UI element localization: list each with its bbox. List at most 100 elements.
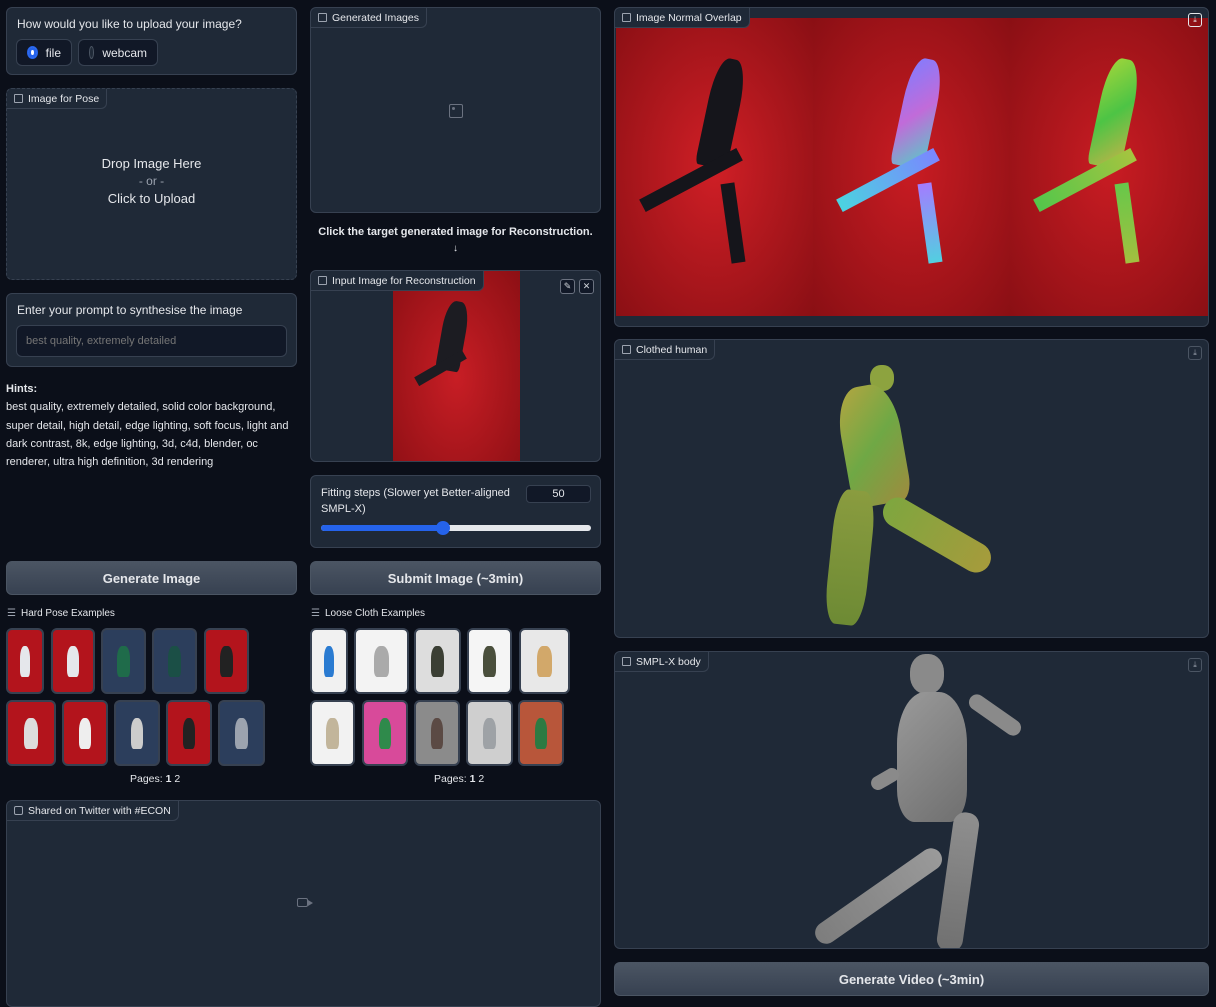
smplx-body-panel: SMPL-X body ⤓ [614, 651, 1209, 949]
normal-overlap-tag: Image Normal Overlap [615, 8, 750, 28]
hard-pose-example-9[interactable] [166, 700, 212, 766]
loose-cloth-example-8[interactable] [414, 700, 460, 766]
file-icon [622, 345, 631, 354]
or-text: - or - [138, 174, 165, 188]
overlap-normal-map-1 [813, 18, 1010, 316]
overlap-normal-map-2 [1010, 18, 1208, 316]
loose-cloth-example-2[interactable] [354, 628, 409, 694]
hard-pose-example-6[interactable] [6, 700, 56, 766]
hard-pose-example-8[interactable] [114, 700, 160, 766]
radio-dot[interactable] [89, 46, 95, 59]
generate-video-button[interactable]: Generate Video (~3min) [614, 962, 1209, 996]
hard-pose-example-3[interactable] [101, 628, 146, 694]
figure [78, 717, 92, 749]
loose-cloth-pagination: Pages: 1 2 [434, 773, 485, 785]
prompt-label: Enter your prompt to synthesise the imag… [17, 303, 243, 317]
page-link-1[interactable]: 1 [166, 773, 172, 785]
clothed-human-panel: Clothed human ⤓ [614, 339, 1209, 638]
hard-pose-pagination: Pages: 1 2 [130, 773, 181, 785]
figure [67, 645, 79, 677]
hard-pose-example-1[interactable] [6, 628, 44, 694]
figure [130, 717, 144, 749]
figure [373, 645, 390, 677]
figure [378, 717, 392, 749]
radio-webcam-label: webcam [102, 45, 147, 60]
download-icon[interactable]: ⤓ [1188, 13, 1202, 27]
submit-image-button[interactable]: Submit Image (~3min) [310, 561, 601, 595]
fitting-steps-panel: Fitting steps (Slower yet Better-aligned… [310, 475, 601, 548]
drop-instructions: Drop Image Here - or - Click to Upload [7, 156, 296, 206]
page-link-2[interactable]: 2 [174, 773, 180, 785]
download-icon[interactable]: ⤓ [1188, 658, 1202, 672]
loose-cloth-example-6[interactable] [310, 700, 355, 766]
twitter-video-panel: Shared on Twitter with #ECON [6, 800, 601, 1007]
loose-cloth-example-9[interactable] [466, 700, 513, 766]
fitting-steps-value[interactable]: 50 [526, 485, 591, 503]
list-icon: ☰ [7, 608, 16, 619]
hints-block: Hints: best quality, extremely detailed,… [6, 380, 298, 471]
loose-cloth-example-5[interactable] [519, 628, 570, 694]
drop-image-text: Drop Image Here [101, 156, 202, 171]
figure [323, 645, 335, 677]
generated-note: Click the target generated image for Rec… [318, 226, 593, 238]
generate-image-button[interactable]: Generate Image [6, 561, 297, 595]
clothed-human-model[interactable] [795, 365, 1015, 630]
close-icon[interactable]: ✕ [579, 279, 594, 294]
page-link-1[interactable]: 1 [470, 773, 476, 785]
generated-images-panel: Generated Images [310, 7, 601, 213]
fitting-steps-label: Fitting steps (Slower yet Better-aligned… [321, 487, 510, 515]
file-icon [622, 657, 631, 666]
image-placeholder-icon [449, 104, 463, 118]
pose-image-dropzone[interactable]: Image for Pose Drop Image Here - or - Cl… [6, 88, 297, 280]
figure [24, 717, 38, 749]
radio-dot-selected[interactable] [27, 46, 38, 59]
download-icon[interactable]: ⤓ [1188, 346, 1202, 360]
smplx-body-model[interactable] [785, 652, 1025, 948]
figure [537, 645, 552, 677]
twitter-video-tag: Shared on Twitter with #ECON [7, 801, 179, 821]
hard-pose-example-10[interactable] [218, 700, 265, 766]
figure [534, 717, 548, 749]
radio-webcam[interactable]: webcam [78, 39, 158, 66]
figure [19, 645, 31, 677]
loose-cloth-example-1[interactable] [310, 628, 348, 694]
video-placeholder-icon [297, 898, 313, 907]
smplx-body-tag: SMPL-X body [615, 652, 709, 672]
edit-icon[interactable]: ✎ [560, 279, 575, 294]
figure [483, 717, 496, 749]
hard-pose-example-5[interactable] [204, 628, 249, 694]
fitting-steps-slider[interactable] [321, 521, 591, 535]
hard-pose-example-4[interactable] [152, 628, 197, 694]
upload-mode-panel: How would you like to upload your image?… [6, 7, 297, 75]
hints-title: Hints: [6, 383, 38, 395]
image-icon [622, 13, 631, 22]
image-icon [14, 94, 23, 103]
upload-mode-question: How would you like to upload your image? [17, 17, 242, 31]
slider-thumb[interactable] [435, 521, 450, 535]
overlap-photo-1 [616, 18, 813, 316]
generated-images-tag: Generated Images [311, 8, 427, 28]
hard-pose-example-2[interactable] [51, 628, 95, 694]
hard-pose-title: ☰ Hard Pose Examples [7, 608, 115, 619]
figure [220, 645, 233, 677]
prompt-panel: Enter your prompt to synthesise the imag… [6, 293, 297, 367]
figure [326, 717, 339, 749]
prompt-input[interactable] [16, 325, 287, 357]
figure [235, 717, 248, 749]
clothed-human-tag: Clothed human [615, 340, 716, 360]
hard-pose-example-7[interactable] [62, 700, 108, 766]
down-arrow-icon: ↓ [453, 243, 458, 254]
list-icon: ☰ [311, 608, 320, 619]
loose-cloth-example-10[interactable] [518, 700, 564, 766]
image-icon [318, 13, 327, 22]
input-recon-panel: Input Image for Reconstruction ✎ ✕ [310, 270, 601, 462]
click-to-upload-text: Click to Upload [107, 191, 196, 206]
loose-cloth-title: ☰ Loose Cloth Examples [311, 608, 426, 619]
radio-file[interactable]: file [16, 39, 72, 66]
loose-cloth-example-4[interactable] [467, 628, 512, 694]
input-recon-photo [393, 271, 520, 461]
input-recon-tag: Input Image for Reconstruction [311, 271, 484, 291]
page-link-2[interactable]: 2 [478, 773, 484, 785]
loose-cloth-example-3[interactable] [414, 628, 461, 694]
loose-cloth-example-7[interactable] [362, 700, 408, 766]
